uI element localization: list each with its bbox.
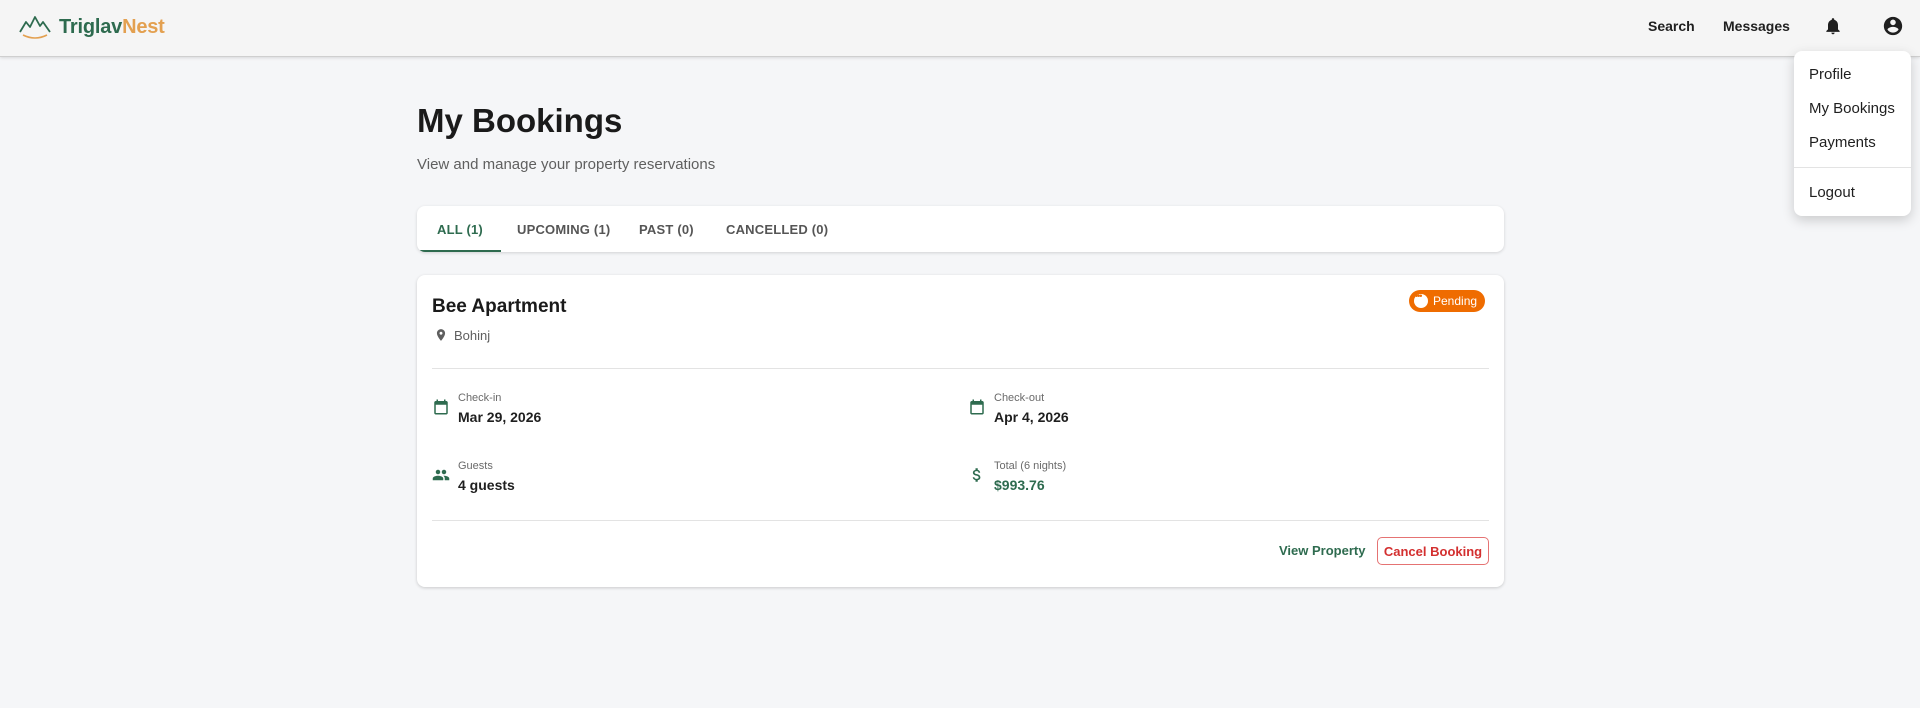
property-location: Bohinj <box>434 327 490 343</box>
user-menu: Profile My Bookings Payments Logout <box>1794 51 1911 216</box>
checkin-value: Mar 29, 2026 <box>458 409 542 425</box>
checkin-label: Check-in <box>458 392 502 404</box>
tab-all[interactable]: ALL (1) <box>437 222 483 237</box>
total-value: $993.76 <box>994 477 1045 493</box>
property-name: Bee Apartment <box>432 296 567 317</box>
checkin-info: Check-in Mar 29, 2026 <box>432 392 541 425</box>
guests-value: 4 guests <box>458 477 515 493</box>
page-subtitle: View and manage your property reservatio… <box>417 156 716 173</box>
menu-item-profile[interactable]: Profile <box>1809 66 1852 83</box>
brand-name: TriglavNest <box>59 16 165 39</box>
total-info: Total (6 nights) $993.76 <box>968 460 1066 493</box>
menu-item-logout[interactable]: Logout <box>1809 184 1855 201</box>
brand-name-part1: Triglav <box>59 15 123 38</box>
account-menu-button[interactable] <box>1881 14 1905 38</box>
divider <box>432 520 1489 521</box>
menu-divider <box>1794 167 1911 168</box>
status-text: Pending <box>1433 294 1478 308</box>
total-label: Total (6 nights) <box>994 460 1067 472</box>
active-tab-indicator <box>417 250 501 252</box>
brand-logo[interactable]: TriglavNest <box>19 14 165 40</box>
top-app-bar: TriglavNest Search Messages <box>0 0 1920 57</box>
status-badge: Pending <box>1409 290 1486 312</box>
tab-upcoming[interactable]: UPCOMING (1) <box>517 222 610 237</box>
nav-search-link[interactable]: Search <box>1648 18 1695 34</box>
mountain-logo-icon <box>19 16 51 39</box>
bell-icon <box>1826 18 1840 35</box>
divider <box>432 368 1489 369</box>
checkout-label: Check-out <box>994 392 1045 404</box>
people-icon <box>432 469 450 481</box>
notifications-button[interactable] <box>1821 14 1845 38</box>
calendar-icon <box>970 399 984 415</box>
checkout-info: Check-out Apr 4, 2026 <box>968 392 1069 425</box>
nav-messages-link[interactable]: Messages <box>1723 18 1790 34</box>
guests-label: Guests <box>458 460 493 472</box>
checkout-value: Apr 4, 2026 <box>994 409 1069 425</box>
dollar-icon <box>972 468 981 482</box>
booking-tabs: ALL (1) UPCOMING (1) PAST (0) CANCELLED … <box>417 206 1504 252</box>
page-title: My Bookings <box>417 102 623 139</box>
tab-cancelled[interactable]: CANCELLED (0) <box>726 222 828 237</box>
guests-info: Guests 4 guests <box>432 460 515 493</box>
menu-item-payments[interactable]: Payments <box>1809 134 1876 151</box>
account-circle-icon <box>1883 16 1903 36</box>
calendar-icon <box>434 399 448 415</box>
menu-item-my-bookings[interactable]: My Bookings <box>1809 100 1895 117</box>
pending-icon <box>1414 291 1428 308</box>
view-property-button[interactable]: View Property <box>1279 543 1365 558</box>
brand-name-part2: Nest <box>122 15 165 38</box>
location-text: Bohinj <box>454 327 491 343</box>
booking-card: Bee Apartment Bohinj Pending Check-in Ma… <box>417 275 1504 587</box>
cancel-booking-button[interactable]: Cancel Booking <box>1377 537 1489 565</box>
tab-past[interactable]: PAST (0) <box>639 222 694 237</box>
location-pin-icon <box>436 329 446 341</box>
